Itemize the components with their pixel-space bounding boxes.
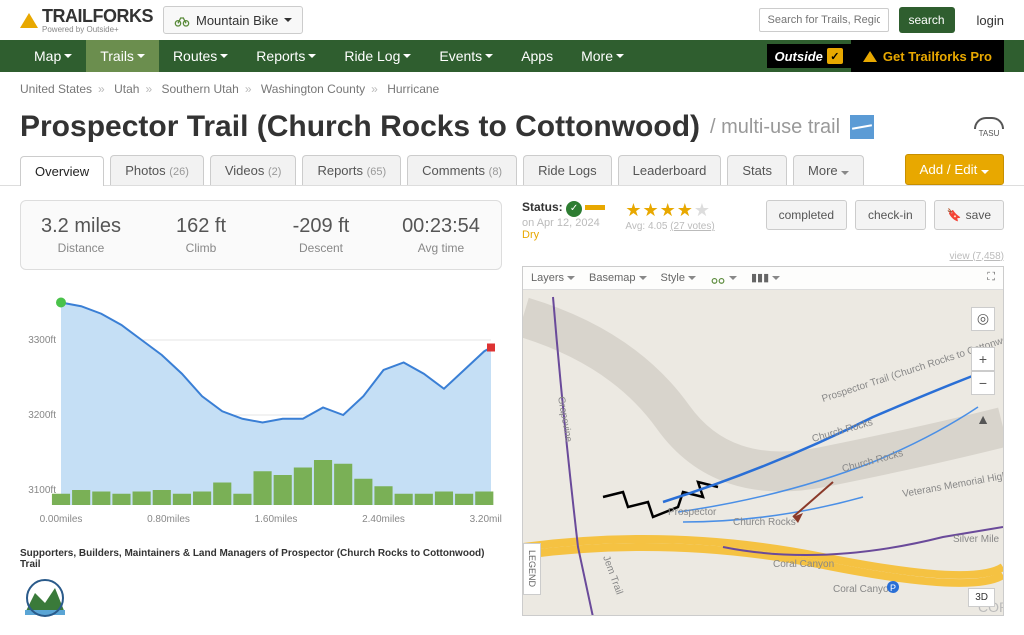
plus-icon: ✓ — [827, 48, 843, 64]
login-link[interactable]: login — [977, 13, 1004, 28]
svg-text:Coral Canyon: Coral Canyon — [833, 584, 894, 595]
stats-summary: 3.2 milesDistance 162 ftClimb -209 ftDes… — [20, 200, 502, 270]
chevron-down-icon — [284, 18, 292, 22]
logo-icon — [20, 13, 38, 28]
svg-text:Prospector: Prospector — [668, 507, 717, 518]
difficulty-icon — [850, 115, 874, 139]
tab-photos[interactable]: Photos (26) — [110, 155, 204, 185]
svg-text:Coral Canyon: Coral Canyon — [773, 559, 834, 570]
svg-text:P: P — [890, 583, 896, 593]
tab-stats[interactable]: Stats — [727, 155, 787, 185]
map-style-button[interactable]: Style — [661, 271, 696, 285]
page-title: Prospector Trail (Church Rocks to Cotton… — [20, 110, 700, 144]
stat-avgtime-value: 00:23:54 — [381, 215, 501, 238]
breadcrumb-item[interactable]: Washington County — [261, 82, 365, 96]
nav-reports[interactable]: Reports — [242, 40, 330, 72]
map-zoom-in-button[interactable]: + — [971, 347, 995, 371]
bookmark-icon: 🔖 — [947, 208, 962, 222]
svg-text:Church Rocks: Church Rocks — [733, 517, 796, 528]
map-basemap-button[interactable]: Basemap — [589, 271, 646, 285]
trail-map[interactable]: Layers Basemap Style ▮▮▮ ⛶ ◎ + − ▲ — [522, 266, 1004, 616]
tab-ridelogs[interactable]: Ride Logs — [523, 155, 612, 185]
map-legend-toggle[interactable]: LEGEND — [523, 543, 541, 594]
tab-comments[interactable]: Comments (8) — [407, 155, 517, 185]
checkin-button[interactable]: check-in — [855, 200, 926, 230]
nav-events[interactable]: Events — [425, 40, 507, 72]
nav-ridelog[interactable]: Ride Log — [330, 40, 425, 72]
status-bar-icon — [585, 205, 605, 210]
breadcrumb-item[interactable]: United States — [20, 82, 92, 96]
stat-descent-value: -209 ft — [261, 215, 381, 238]
view-count-link[interactable]: view (7,458) — [522, 251, 1004, 262]
svg-text:3200ft: 3200ft — [28, 410, 56, 421]
logo-text: TRAILFORKS — [42, 6, 153, 27]
breadcrumb-item[interactable]: Hurricane — [387, 82, 439, 96]
logo[interactable]: TRAILFORKS Powered by Outside+ — [20, 6, 153, 34]
map-layers-button[interactable]: Layers — [531, 271, 575, 285]
svg-text:0.80miles: 0.80miles — [147, 514, 190, 525]
tab-reports[interactable]: Reports (65) — [302, 155, 401, 185]
warning-icon — [863, 51, 877, 62]
status-condition: Dry — [522, 229, 605, 241]
tab-videos[interactable]: Videos (2) — [210, 155, 297, 185]
breadcrumb: United States» Utah» Southern Utah» Wash… — [0, 72, 1024, 106]
nav-more[interactable]: More — [567, 40, 638, 72]
get-pro-button[interactable]: Get Trailforks Pro — [851, 40, 1004, 72]
elevation-chart[interactable]: 3100ft3200ft3300ft0.00miles0.80miles1.60… — [20, 290, 502, 530]
save-button[interactable]: 🔖save — [934, 200, 1004, 230]
svg-text:3300ft: 3300ft — [28, 335, 56, 346]
tab-overview[interactable]: Overview — [20, 156, 104, 186]
supporters-heading: Supporters, Builders, Maintainers & Land… — [20, 548, 502, 570]
blm-logo[interactable] — [20, 578, 70, 618]
map-canvas: Prospector Trail (Church Rocks to Cotton… — [523, 267, 1003, 616]
votes-link[interactable]: (27 votes) — [670, 221, 714, 232]
map-fullscreen-button[interactable]: ⛶ — [987, 271, 995, 285]
svg-text:Silver Mile: Silver Mile — [953, 534, 1000, 545]
add-edit-button[interactable]: Add / Edit — [905, 154, 1005, 185]
svg-text:3.20miles: 3.20miles — [470, 514, 502, 525]
nav-map[interactable]: Map — [20, 40, 86, 72]
bike-icon — [174, 12, 190, 28]
nav-trails[interactable]: Trails — [86, 40, 159, 72]
search-button[interactable]: search — [899, 7, 955, 33]
map-zoom-out-button[interactable]: − — [971, 371, 995, 395]
stat-distance-value: 3.2 miles — [21, 215, 141, 238]
svg-text:1.60miles: 1.60miles — [255, 514, 298, 525]
activity-selector[interactable]: Mountain Bike — [163, 6, 303, 34]
map-compass-icon[interactable]: ▲ — [971, 407, 995, 431]
breadcrumb-item[interactable]: Southern Utah — [161, 82, 238, 96]
map-3d-button[interactable]: 3D — [968, 588, 995, 607]
tab-leaderboard[interactable]: Leaderboard — [618, 155, 722, 185]
svg-text:0.00miles: 0.00miles — [40, 514, 83, 525]
rating-stars[interactable]: ★★★★★ — [625, 200, 714, 221]
club-logo[interactable]: TASU — [974, 117, 1004, 138]
nav-apps[interactable]: Apps — [507, 40, 567, 72]
svg-text:2.40miles: 2.40miles — [362, 514, 405, 525]
nav-routes[interactable]: Routes — [159, 40, 242, 72]
activity-label: Mountain Bike — [196, 13, 278, 28]
completed-button[interactable]: completed — [766, 200, 847, 230]
outside-badge[interactable]: Outside✓ — [767, 44, 851, 68]
status-label: Status: — [522, 200, 563, 214]
tab-more[interactable]: More — [793, 155, 864, 185]
map-more-button[interactable]: ▮▮▮ — [751, 271, 780, 285]
map-locate-button[interactable]: ◎ — [971, 307, 995, 331]
trail-subtitle: / multi-use trail — [710, 116, 840, 139]
breadcrumb-item[interactable]: Utah — [114, 82, 139, 96]
status-ok-icon: ✓ — [566, 201, 582, 217]
map-activity-button[interactable] — [710, 271, 737, 285]
search-input[interactable] — [759, 8, 889, 32]
stat-climb-value: 162 ft — [141, 215, 261, 238]
